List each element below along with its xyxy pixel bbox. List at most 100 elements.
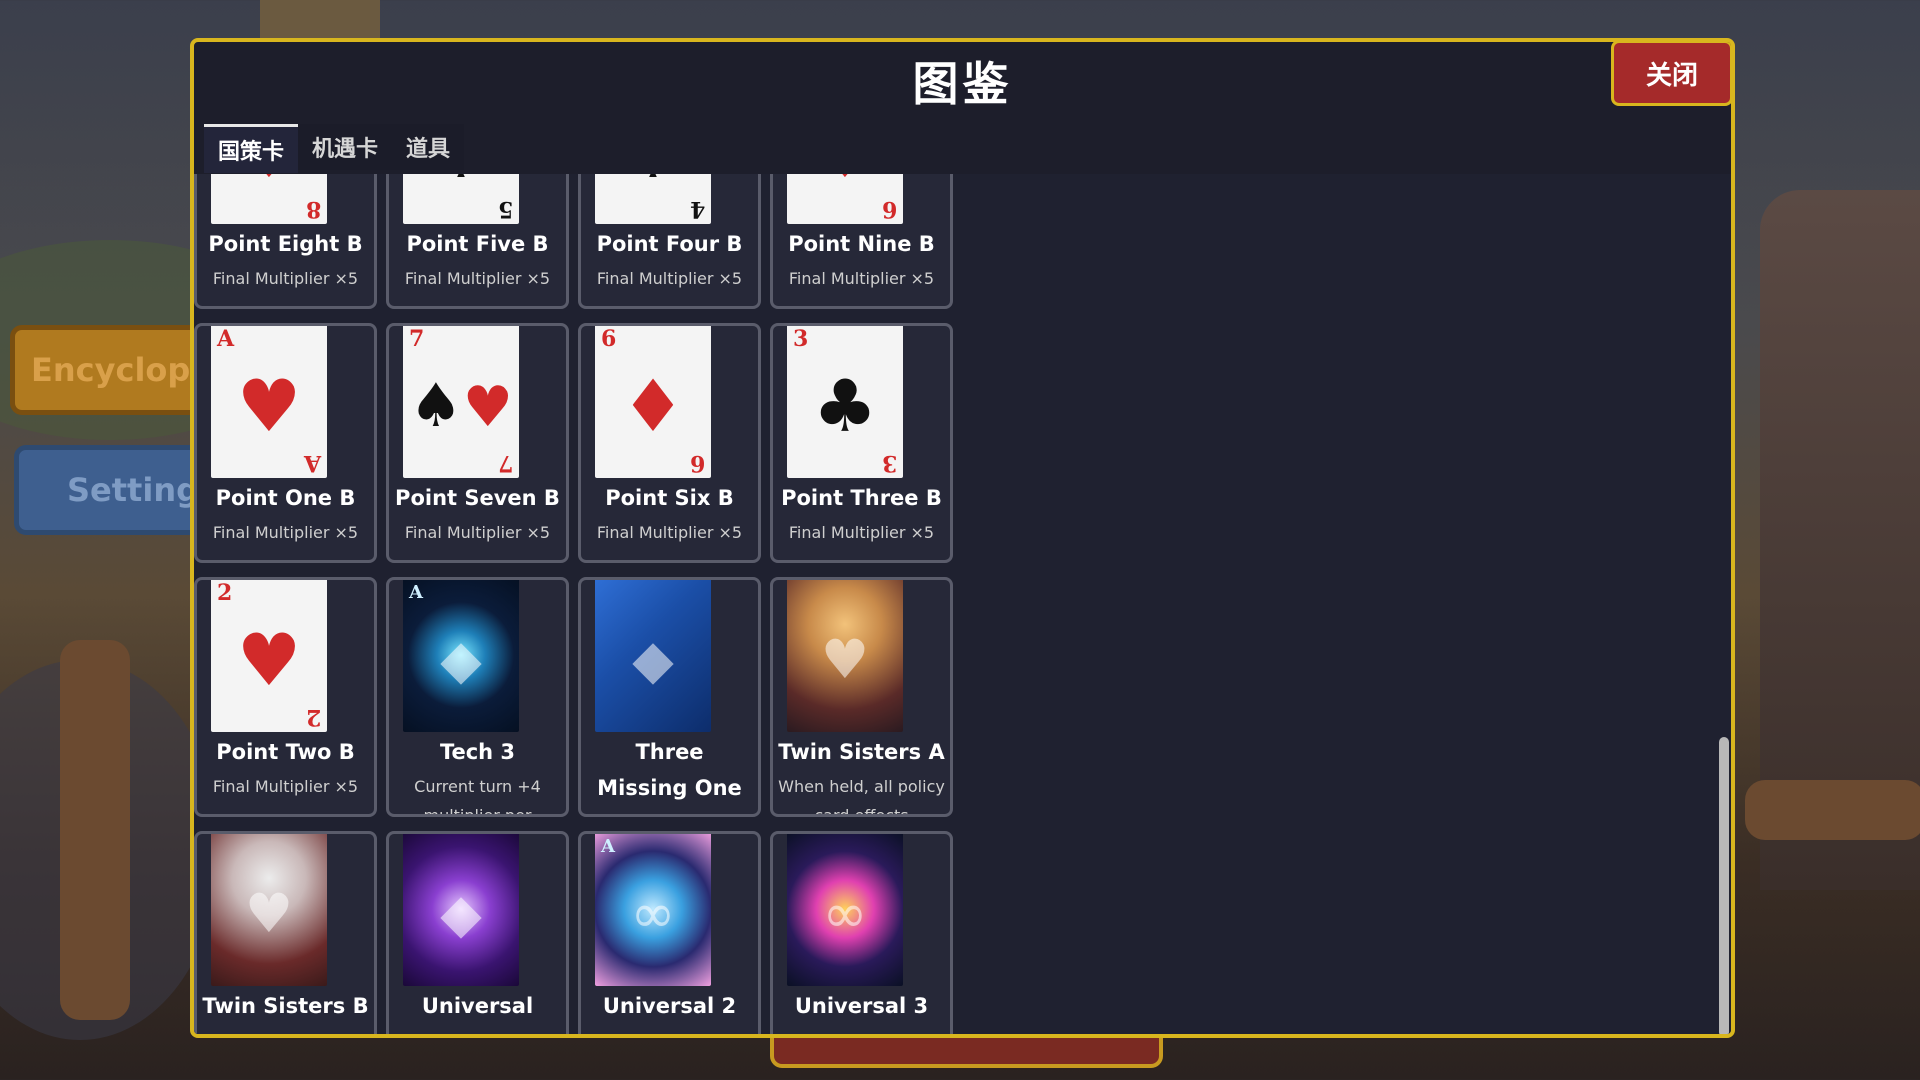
settings-button[interactable]: Settings [14,445,218,535]
card-grid[interactable]: 88♥Point Eight BFinal Multiplier ×555♠Po… [194,174,1731,1034]
card-description: Current turn +1 multiplier per card [773,1026,950,1034]
card-name: Point Eight B [208,232,363,256]
suit-icon: ♠ [595,174,711,188]
encyclopedia-button[interactable]: Encycloped [10,325,235,415]
policy-card[interactable]: ♥ Twin Sisters A When held, all policy car… [770,577,953,817]
card-art: A ∞ [595,834,711,986]
card-description: Final Multiplier ×5 [212,523,359,542]
card-rank-inverted: 5 [497,196,513,222]
suit-icon: ♥ [236,618,302,702]
card-name: Universal [421,994,534,1018]
card-rank: A [601,836,615,857]
close-button[interactable]: 关闭 [1611,42,1731,106]
suit-icon: ♥ [211,174,327,188]
encyclopedia-modal: 图鉴 关闭 国策卡 机遇卡 道具 88♥Point Eight BFinal M… [190,38,1735,1038]
card-description: Final Multiplier ×5 [212,777,359,796]
policy-card[interactable]: A A ♥ Point One B Final Multiplier ×5 [194,323,377,563]
suit-icon: ♠♥ [409,371,513,441]
card-art: 7 7 ♠♥ [403,326,519,478]
policy-card[interactable]: ◆ Three Missing One x3 multiplier [578,577,761,817]
card-name: Point Four B [596,232,743,256]
card-art: 6 6 ♦ [595,326,711,478]
card-name: Universal 2 [602,994,737,1018]
card-art: ♥ [787,580,903,732]
card-rank-inverted: 8 [305,196,321,222]
card-rank-inverted: 4 [689,196,705,222]
suit-icon: ♦ [620,364,686,448]
card-rank: 3 [793,326,809,352]
card-name: Point Six B [605,486,734,510]
scrollbar-thumb[interactable] [1719,737,1729,1034]
card-art: 3 3 ♣ [787,326,903,478]
card-art: 44♠ [595,174,711,224]
policy-card[interactable]: A ◆ Tech 3 Current turn +4 multiplier per [386,577,569,817]
card-art: 55♠ [403,174,519,224]
card-name: Tech 3 [439,740,516,764]
policy-card[interactable]: ◆ Universal Final Multiplier ×2 [386,831,569,1034]
card-description: Current turn +4 multiplier per [414,777,541,817]
card-description: x3 multiplier [581,812,758,814]
policy-card[interactable]: 88♥Point Eight BFinal Multiplier ×5 [194,174,377,309]
card-description: Final Multiplier ×5 [788,269,935,288]
policy-card[interactable]: 66♥ Point Nine B Final Multiplier ×5 [770,174,953,309]
card-art: 88♥ [211,174,327,224]
tab-opportunity-cards[interactable]: 机遇卡 [298,124,393,170]
card-description: When held, all policy card effects [778,777,945,817]
background-pipe [60,640,130,1020]
policy-card[interactable]: 3 3 ♣ Point Three B Final Multiplier ×5 [770,323,953,563]
policy-card[interactable]: ♥ Twin Sisters B When held, policy cards t… [194,831,377,1034]
card-art: A A ♥ [211,326,327,478]
policy-card[interactable]: A∞Universal 2Permanent +0.25 multiplier … [578,831,761,1034]
card-description: Final Multiplier ×2 [389,1026,566,1034]
card-description: Final Multiplier ×5 [596,269,743,288]
card-emblem-icon: ◆ [440,628,482,691]
card-description: Permanent +0.25 multiplier per card [581,1026,758,1034]
card-description: Final Multiplier ×5 [404,269,551,288]
card-art: ∞ [787,834,903,986]
card-art: ◆ [403,834,519,986]
policy-card[interactable]: 6 6 ♦ Point Six B Final Multiplier ×5 [578,323,761,563]
card-art: ◆ [595,580,711,732]
policy-card[interactable]: 2 2 ♥ Point Two B Final Multiplier ×5 [194,577,377,817]
policy-card[interactable]: 44♠Point Four BFinal Multiplier ×5 [578,174,761,309]
card-name: Point Seven B [395,486,560,510]
card-rank-inverted: 7 [497,450,513,476]
card-art: 66♥ [787,174,903,224]
card-description: Final Multiplier ×5 [404,523,551,542]
card-emblem-icon: ♥ [244,882,294,945]
card-emblem-icon: ∞ [630,882,676,945]
card-emblem-icon: ◆ [440,882,482,945]
card-rank-inverted: 3 [881,450,897,476]
card-rank: 6 [601,326,617,352]
card-name: Point Nine B [788,232,935,256]
background-pipe [1745,780,1920,840]
suit-icon: ♥ [236,364,302,448]
card-name: Point Two B [216,740,355,764]
policy-card[interactable]: ∞ Universal 3 Current turn +1 multiplier p… [770,831,953,1034]
card-name: Point One B [215,486,356,510]
card-description: Final Multiplier ×5 [788,523,935,542]
tab-bar: 国策卡 机遇卡 道具 [204,124,465,173]
card-rank-inverted: 6 [689,450,705,476]
card-rank: A [217,326,235,352]
card-description: Final Multiplier ×5 [596,523,743,542]
tab-policy-cards[interactable]: 国策卡 [204,124,299,173]
card-rank: 2 [217,580,233,606]
card-art: ♥ [211,834,327,986]
suit-icon: ♥ [787,174,903,188]
card-description: When held, policy cards trigger one [197,1026,374,1034]
suit-icon: ♣ [812,364,878,448]
suit-icon: ♠ [403,174,519,188]
card-description: Final Multiplier ×5 [212,269,359,288]
card-name: Point Three B [781,486,942,510]
card-rank: 7 [409,326,425,352]
card-rank-inverted: A [303,450,321,476]
policy-card[interactable]: 7 7 ♠♥ Point Seven B Final Multiplier ×5 [386,323,569,563]
modal-title: 图鉴 [912,57,1013,111]
card-name: Universal 3 [794,994,929,1018]
card-name: Three Missing One [597,740,742,800]
card-art: A ◆ [403,580,519,732]
tab-items[interactable]: 道具 [392,124,465,170]
card-art: 2 2 ♥ [211,580,327,732]
policy-card[interactable]: 55♠Point Five BFinal Multiplier ×5 [386,174,569,309]
